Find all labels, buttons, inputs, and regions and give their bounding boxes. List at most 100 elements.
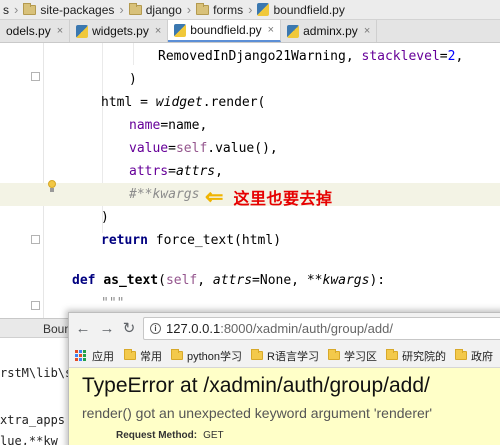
bookmark-folder[interactable]: R语言学习 — [251, 348, 319, 364]
breadcrumb-item-django[interactable]: django — [126, 0, 185, 19]
lightbulb-icon[interactable] — [47, 180, 57, 194]
panel-title: Boun — [43, 322, 72, 336]
close-icon[interactable]: × — [268, 24, 274, 36]
bookmarks-bar: 应用 常用 python学习 R语言学习 学习区 研究院的 政府 — [69, 344, 500, 368]
bookmark-folder[interactable]: 常用 — [124, 348, 162, 364]
folder-icon — [124, 349, 136, 360]
tab-label: adminx.py — [303, 24, 358, 38]
django-error-summary: TypeError at /xadmin/auth/group/add/ ren… — [69, 368, 500, 445]
annotation-text: 这里也要去掉 — [233, 191, 333, 208]
folder-icon — [327, 349, 340, 360]
folder-icon — [454, 349, 467, 360]
close-icon[interactable]: × — [364, 25, 370, 37]
code-token: html — [101, 95, 133, 110]
bookmark-folder[interactable]: 政府 — [454, 348, 493, 364]
info-icon[interactable]: i — [150, 323, 161, 334]
code-comment: #**kwargs — [129, 187, 200, 202]
tab-boundfield[interactable]: boundfield.py × — [168, 20, 282, 42]
tab-label: widgets.py — [92, 24, 149, 38]
code-token: ) — [101, 210, 109, 225]
code-token: name — [129, 118, 161, 133]
code-token: = — [439, 49, 448, 64]
python-file-icon — [257, 3, 270, 16]
code-token: force_text(html) — [147, 233, 282, 248]
left-arrow-icon: ⇐ — [205, 184, 224, 209]
code-token: stacklevel — [361, 49, 440, 64]
code-token: ( — [158, 273, 166, 288]
close-icon[interactable]: × — [155, 25, 161, 37]
code-line: ) — [0, 68, 500, 91]
forward-arrow-icon[interactable]: → — [97, 319, 117, 339]
python-file-icon — [287, 24, 300, 38]
code-line: name=name, — [0, 114, 500, 137]
url-path: :8000/xadmin/auth/group/add/ — [220, 321, 393, 336]
code-line: RemovedInDjango21Warning, stacklevel=2, — [0, 45, 500, 68]
tab-widgets[interactable]: widgets.py × — [70, 20, 169, 42]
folder-icon — [128, 2, 142, 15]
request-meta: Request Method: GET — [116, 430, 224, 441]
code-line: attrs=attrs, — [0, 160, 500, 183]
code-token: widget — [155, 95, 203, 110]
bookmark-folder[interactable]: 研究院的 — [385, 348, 446, 364]
console-line: lue,**kw — [0, 434, 58, 445]
breadcrumb-item-site-packages[interactable]: site-packages — [20, 0, 117, 19]
url-host: 127.0.0.1 — [166, 321, 221, 336]
code-token: self — [175, 141, 208, 156]
breadcrumb-label: forms — [213, 2, 244, 17]
breadcrumb-label: django — [145, 2, 182, 17]
code-line: html = widget.render( — [0, 91, 500, 114]
console-line: xtra_apps — [0, 413, 66, 427]
code-token: ): — [369, 273, 386, 288]
breadcrumb-separator: › — [186, 2, 192, 17]
code-editor[interactable]: RemovedInDjango21Warning, stacklevel=2, … — [0, 43, 500, 318]
code-token: = — [168, 141, 176, 156]
code-token: attrs — [175, 164, 216, 179]
code-token: def — [72, 273, 96, 288]
tab-models[interactable]: odels.py × — [0, 20, 71, 42]
meta-label: Request Method: — [116, 430, 198, 441]
breadcrumb-separator: › — [248, 2, 253, 17]
code-token: ) — [129, 72, 137, 87]
code-token: , — [345, 49, 362, 64]
breadcrumb-label: boundfield.py — [273, 2, 345, 17]
close-icon[interactable]: × — [57, 25, 63, 37]
code-line: value=self.value(), — [0, 137, 500, 160]
breadcrumb-item-s[interactable]: s — [0, 0, 12, 19]
browser-window: ← → ↻ i 127.0.0.1:8000/xadmin/auth/group… — [68, 312, 500, 445]
tab-adminx[interactable]: adminx.py × — [281, 20, 378, 42]
code-comment: """ — [101, 296, 125, 311]
bookmark-label: 常用 — [140, 350, 162, 363]
breadcrumb-label: site-packages — [40, 2, 115, 17]
tab-label: odels.py — [6, 24, 51, 38]
meta-value: GET — [203, 430, 224, 441]
bookmark-apps[interactable]: 应用 — [92, 348, 114, 364]
tab-label: boundfield.py — [190, 23, 262, 37]
folder-icon — [171, 349, 183, 360]
breadcrumb-item-forms[interactable]: forms — [193, 0, 246, 19]
breadcrumb-item-boundfield[interactable]: boundfield.py — [254, 0, 347, 19]
bookmark-label: python学习 — [187, 350, 243, 363]
code-token: , — [215, 164, 223, 179]
editor-tab-bar: odels.py × widgets.py × boundfield.py × adm… — [0, 20, 500, 43]
code-token: , — [197, 273, 213, 288]
code-token: =None, — [252, 273, 307, 288]
bookmark-folder[interactable]: 学习区 — [327, 348, 377, 364]
apps-grid-icon[interactable] — [75, 349, 87, 362]
code-token: self — [165, 273, 198, 288]
code-token: as_text — [103, 273, 159, 288]
python-file-icon — [174, 23, 187, 37]
code-token: , — [455, 49, 464, 64]
reload-icon[interactable]: ↻ — [119, 319, 139, 339]
bookmark-label: 研究院的 — [401, 350, 446, 363]
error-message: render() got an unexpected keyword argum… — [82, 405, 433, 421]
console-line: rstM\lib\s — [0, 366, 73, 380]
folder-icon — [23, 2, 37, 15]
bookmark-folder[interactable]: python学习 — [171, 348, 242, 364]
code-token: attrs — [129, 164, 169, 179]
browser-toolbar: ← → ↻ i 127.0.0.1:8000/xadmin/auth/group… — [69, 313, 500, 344]
address-bar[interactable]: i 127.0.0.1:8000/xadmin/auth/group/add/ — [143, 317, 500, 340]
folder-icon — [196, 2, 210, 15]
error-title: TypeError at /xadmin/auth/group/add/ — [82, 374, 430, 397]
bookmark-label: R语言学习 — [267, 350, 319, 363]
back-arrow-icon[interactable]: ← — [73, 319, 93, 339]
